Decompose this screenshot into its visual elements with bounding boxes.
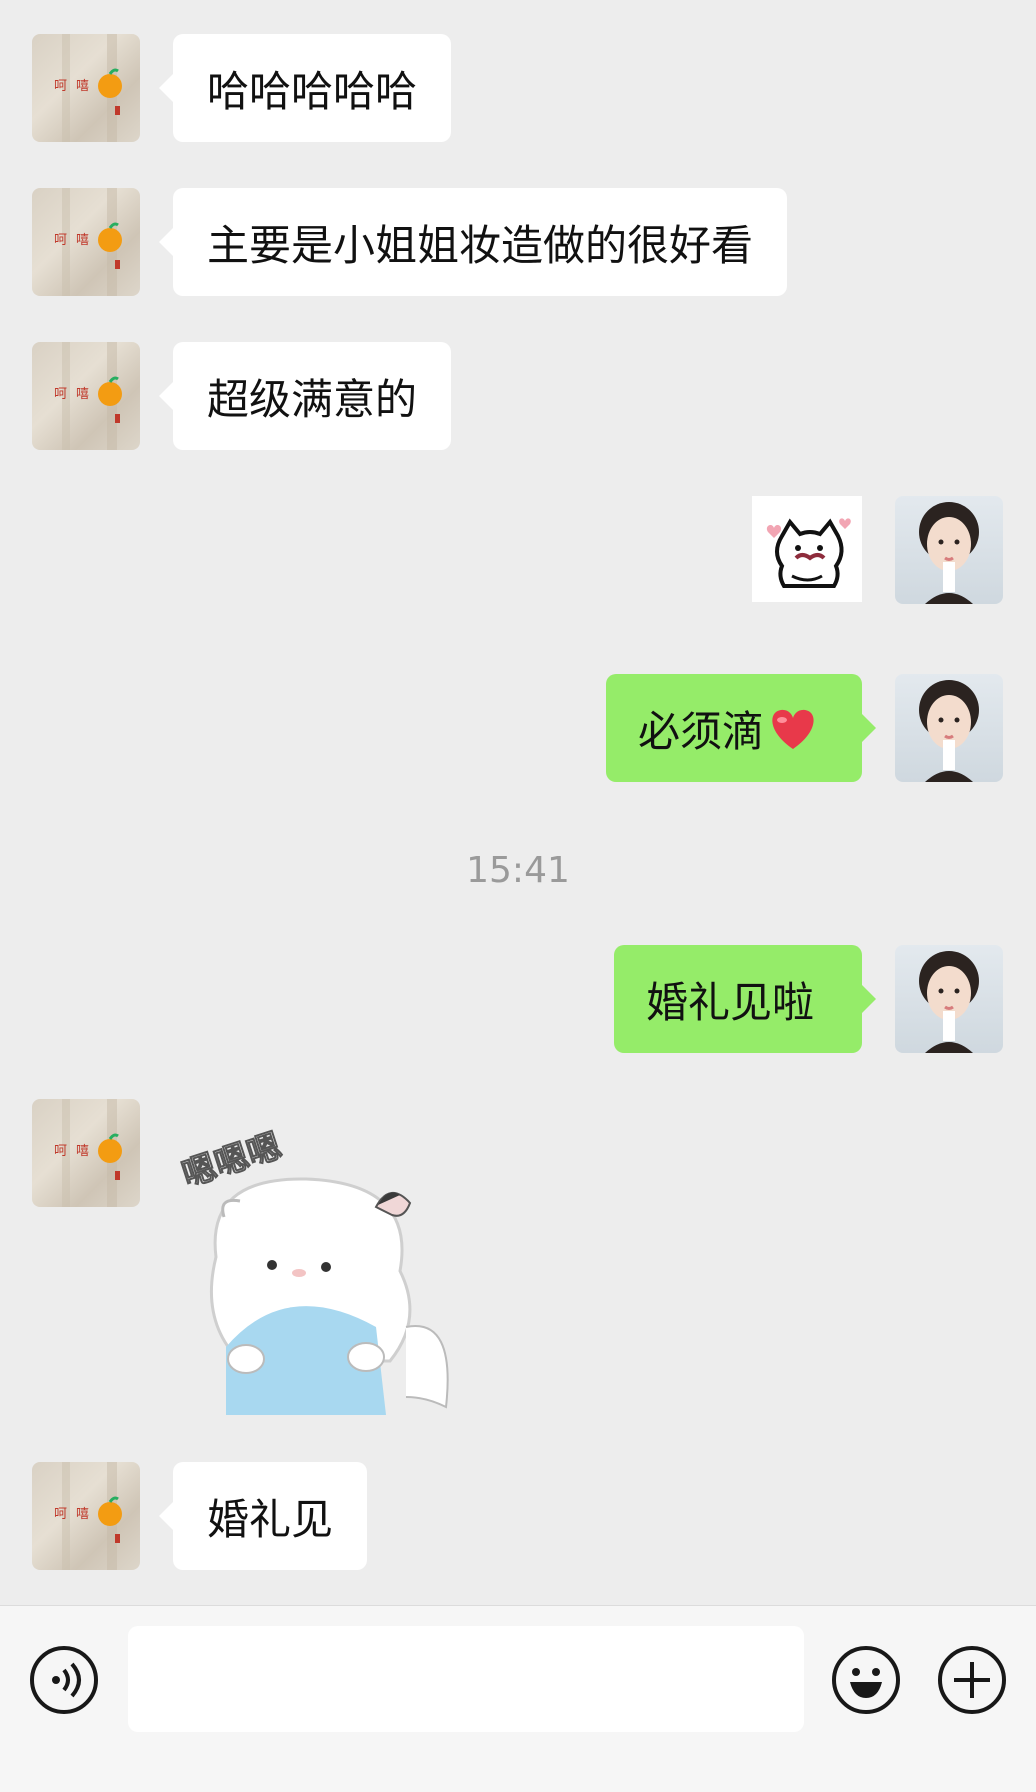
contact-avatar-image: 呵 嘻 [54, 188, 122, 296]
voice-icon [52, 1662, 81, 1698]
outgoing-message-bubble[interactable]: 婚礼见啦 [614, 945, 876, 1053]
incoming-message-bubble[interactable]: 哈哈哈哈哈 [158, 34, 452, 142]
svg-text:嘻: 嘻 [76, 233, 89, 248]
incoming-message-bubble[interactable]: 主要是小姐姐妆造做的很好看 [158, 188, 788, 296]
my-avatar[interactable] [895, 496, 1003, 604]
my-avatar[interactable] [895, 674, 1003, 782]
cat-heart-sticker[interactable] [752, 496, 862, 602]
my-avatar[interactable] [895, 945, 1003, 1053]
incoming-message-bubble[interactable]: 超级满意的 [158, 342, 452, 450]
cat-sticker-icon [766, 518, 851, 588]
hamster-hug-sticker[interactable]: 嗯嗯嗯 [176, 1107, 486, 1417]
my-avatar-image [919, 502, 979, 604]
contact-avatar-image: 呵 嘻 [54, 1099, 122, 1207]
plus-button[interactable] [938, 1646, 1006, 1714]
incoming-message-bubble[interactable]: 婚礼见 [158, 1462, 368, 1570]
my-avatar-image [919, 951, 979, 1053]
svg-text:呵: 呵 [54, 1507, 67, 1522]
message-text: 哈哈哈哈哈 [207, 66, 418, 116]
svg-text:呵: 呵 [54, 387, 67, 402]
message-text: 主要是小姐姐妆造做的很好看 [207, 220, 754, 270]
voice-button[interactable] [30, 1646, 98, 1714]
contact-avatar-image: 呵 嘻 [54, 1462, 122, 1570]
svg-text:嘻: 嘻 [76, 79, 89, 94]
emoji-button[interactable] [832, 1646, 900, 1714]
message-text: 超级满意的 [207, 374, 418, 424]
contact-avatar[interactable]: 呵 嘻 [32, 34, 140, 142]
emoji-icon [850, 1668, 882, 1698]
svg-text:嘻: 嘻 [76, 1507, 89, 1522]
svg-text:呵: 呵 [54, 1144, 67, 1159]
message-text: 婚礼见 [207, 1494, 334, 1544]
my-avatar-image [919, 680, 979, 782]
contact-avatar-image: 呵 嘻 [54, 34, 122, 142]
hamster-sticker-icon: 嗯嗯嗯 [176, 1125, 449, 1415]
heart-emoji-icon [772, 709, 814, 749]
svg-text:嘻: 嘻 [76, 1144, 89, 1159]
outgoing-message-bubble[interactable]: 必须滴 [606, 674, 876, 782]
message-text: 婚礼见啦 [646, 977, 815, 1027]
contact-avatar[interactable]: 呵 嘻 [32, 188, 140, 296]
plus-icon [954, 1662, 990, 1698]
contact-avatar-image: 呵 嘻 [54, 342, 122, 450]
timestamp: 15:41 [466, 850, 570, 891]
svg-text:呵: 呵 [54, 79, 67, 94]
contact-avatar[interactable]: 呵 嘻 [32, 1099, 140, 1207]
message-input[interactable] [128, 1626, 804, 1732]
chat-input-bar [0, 1605, 1036, 1792]
message-text: 必须滴 [638, 706, 765, 756]
svg-text:嘻: 嘻 [76, 387, 89, 402]
svg-text:呵: 呵 [54, 233, 67, 248]
contact-avatar[interactable]: 呵 嘻 [32, 1462, 140, 1570]
contact-avatar[interactable]: 呵 嘻 [32, 342, 140, 450]
